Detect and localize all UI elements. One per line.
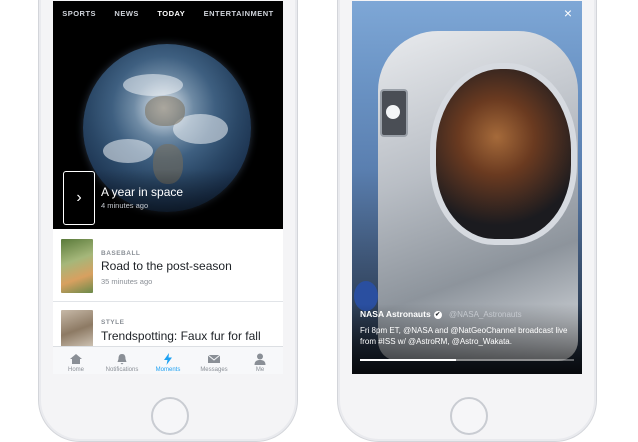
item-category: BASEBALL — [101, 250, 141, 257]
tab-notifications[interactable]: Notifications — [99, 347, 145, 374]
home-icon — [70, 354, 82, 364]
moments-list: BASEBALL Road to the post-season 35 minu… — [53, 229, 283, 350]
list-item[interactable]: STYLE Trendspotting: Faux fur for fall — [53, 302, 283, 350]
author-handle[interactable]: @NASA_Astronauts — [449, 310, 522, 319]
tab-messages[interactable]: Messages — [191, 347, 237, 374]
style-thumbnail — [61, 310, 93, 350]
tab-label: Me — [255, 367, 265, 373]
tab-sports[interactable]: SPORTS — [62, 9, 96, 18]
cloud-shape — [103, 139, 153, 163]
right-phone: × NASA Astronauts ✔ @NASA_Astronauts Fri … — [337, 0, 597, 442]
item-timestamp: 35 minutes ago — [101, 277, 153, 286]
bell-icon — [117, 354, 127, 365]
tab-moments[interactable]: Moments — [145, 347, 191, 374]
helmet-visor — [430, 63, 577, 245]
item-category: STYLE — [101, 319, 125, 326]
lightning-icon — [164, 353, 172, 365]
bottom-tab-bar: Home Notifications Moments Messages Me — [53, 346, 283, 374]
tab-home[interactable]: Home — [53, 347, 99, 374]
cloud-shape — [123, 74, 183, 96]
hero-timestamp: 4 minutes ago — [101, 201, 149, 210]
tab-today[interactable]: TODAY — [157, 9, 185, 18]
envelope-icon — [207, 354, 221, 363]
moments-screen: SPORTS NEWS TODAY ENTERTAINMENT › A year… — [53, 1, 283, 374]
left-phone: SPORTS NEWS TODAY ENTERTAINMENT › A year… — [38, 0, 298, 442]
moment-progress-bar — [360, 359, 574, 361]
tab-label: Notifications — [105, 367, 139, 373]
tweet-author[interactable]: NASA Astronauts ✔ — [360, 309, 442, 319]
hero-title: A year in space — [101, 185, 184, 199]
helmet-lamp — [380, 89, 408, 137]
open-moment-button[interactable]: › — [63, 171, 95, 225]
moment-detail-screen: × NASA Astronauts ✔ @NASA_Astronauts Fri … — [352, 1, 582, 374]
land-shape — [145, 96, 185, 126]
chevron-right-icon: › — [76, 189, 82, 206]
tab-news[interactable]: NEWS — [114, 9, 139, 18]
baseball-thumbnail — [61, 239, 93, 293]
home-button[interactable] — [151, 397, 189, 435]
hero-card[interactable]: SPORTS NEWS TODAY ENTERTAINMENT › A year… — [53, 1, 283, 229]
progress-fill — [360, 359, 457, 361]
close-icon[interactable]: × — [564, 5, 572, 21]
tweet-text: Fri 8pm ET, @NASA and @NatGeoChannel bro… — [360, 326, 568, 346]
author-name: NASA Astronauts — [360, 309, 431, 319]
tab-label: Messages — [200, 367, 228, 373]
home-button[interactable] — [450, 397, 488, 435]
tab-label: Home — [67, 367, 84, 373]
tab-entertainment[interactable]: ENTERTAINMENT — [204, 9, 274, 18]
item-title: Trendspotting: Faux fur for fall — [101, 329, 261, 343]
tab-me[interactable]: Me — [237, 347, 283, 374]
verified-icon: ✔ — [433, 310, 442, 319]
lamp-light — [386, 105, 400, 119]
tab-label: Moments — [155, 367, 181, 373]
category-tabs: SPORTS NEWS TODAY ENTERTAINMENT — [53, 1, 283, 25]
person-icon — [254, 353, 266, 365]
list-item[interactable]: BASEBALL Road to the post-season 35 minu… — [53, 229, 283, 302]
item-title: Road to the post-season — [101, 259, 232, 273]
